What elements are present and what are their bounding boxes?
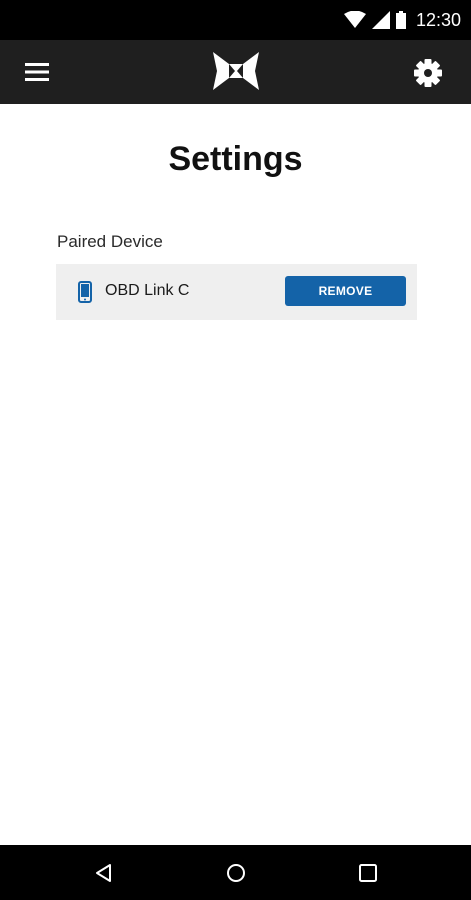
- remove-button[interactable]: REMOVE: [285, 276, 406, 306]
- page-title: Settings: [168, 140, 303, 178]
- settings-content: Settings Paired Device OBD Link C REMOVE: [0, 104, 471, 845]
- wifi-icon: [343, 11, 366, 28]
- status-icons: 12:30: [343, 8, 461, 32]
- back-triangle-icon[interactable]: [92, 861, 116, 885]
- app-bar: [0, 40, 471, 104]
- paired-device-row: OBD Link C REMOVE: [56, 264, 417, 320]
- system-nav-bar: [0, 845, 471, 900]
- status-bar: 12:30: [0, 0, 471, 40]
- device-name: OBD Link C: [105, 282, 190, 299]
- recents-square-icon[interactable]: [356, 861, 380, 885]
- paired-device-label: Paired Device: [57, 232, 163, 251]
- battery-icon: [395, 11, 406, 29]
- brand-logo: [211, 50, 261, 92]
- hamburger-menu-icon[interactable]: [23, 58, 51, 86]
- phone-icon: [78, 281, 92, 303]
- gear-icon[interactable]: [412, 57, 444, 89]
- signal-icon: [371, 11, 390, 29]
- home-circle-icon[interactable]: [224, 861, 248, 885]
- status-time: 12:30: [415, 10, 461, 30]
